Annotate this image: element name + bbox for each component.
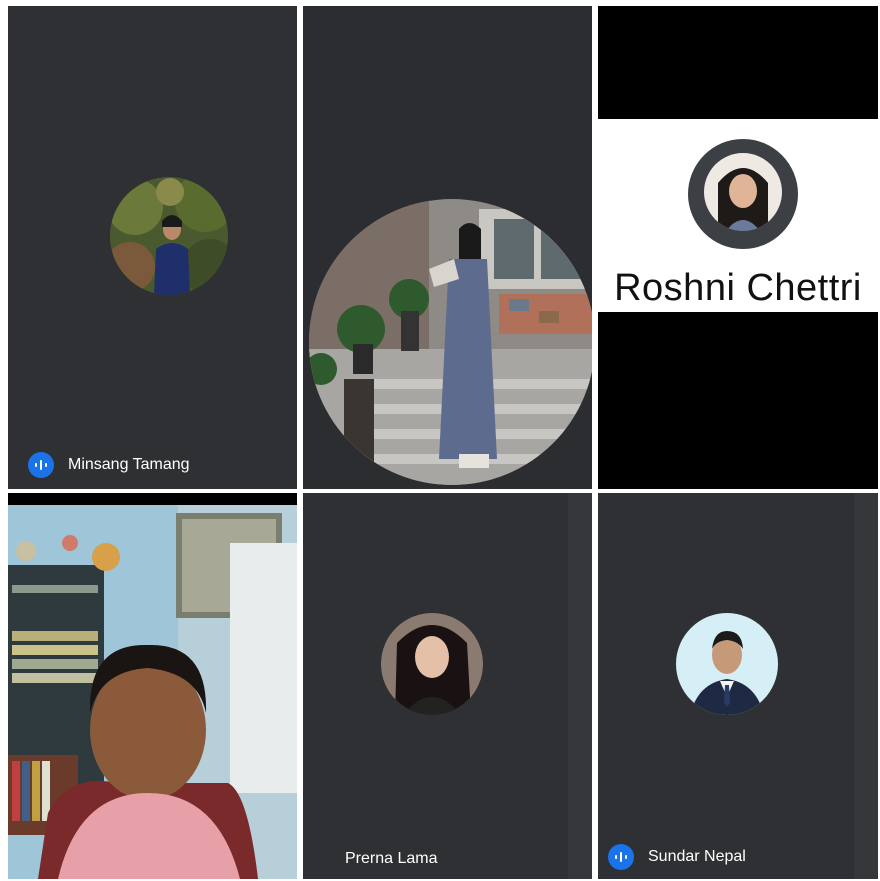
participant-tile-2[interactable] [303, 6, 592, 489]
tile-side-strip [568, 493, 592, 879]
speaking-indicator-icon [28, 452, 54, 478]
participant-avatar [688, 139, 798, 249]
name-banner: Roshni Chettri [598, 119, 878, 312]
participant-tile-minsang[interactable]: Minsang Tamang [8, 6, 297, 489]
participant-name: Prerna Lama [345, 850, 438, 867]
participant-tile-prerna[interactable]: Prerna Lama [303, 493, 592, 879]
participant-name: Minsang Tamang [68, 456, 190, 473]
participant-name-row: Minsang Tamang [28, 452, 190, 478]
speaking-indicator-icon [608, 844, 634, 870]
participant-name-large: Roshni Chettri [614, 267, 862, 309]
participant-name-row: Sundar Nepal [608, 844, 746, 870]
participant-avatar [110, 177, 228, 295]
tile-side-strip [854, 493, 878, 879]
participant-tile-roshni[interactable]: Roshni Chettri [598, 6, 878, 489]
participant-name-row: Prerna Lama [345, 850, 438, 868]
participant-video-tile[interactable] [8, 493, 297, 879]
participant-avatar [676, 613, 778, 715]
webcam-video-feed [8, 493, 297, 879]
participant-avatar [309, 199, 592, 485]
participant-name: Sundar Nepal [648, 848, 746, 865]
participant-tile-sundar[interactable]: Sundar Nepal [598, 493, 878, 879]
participant-avatar [381, 613, 483, 715]
